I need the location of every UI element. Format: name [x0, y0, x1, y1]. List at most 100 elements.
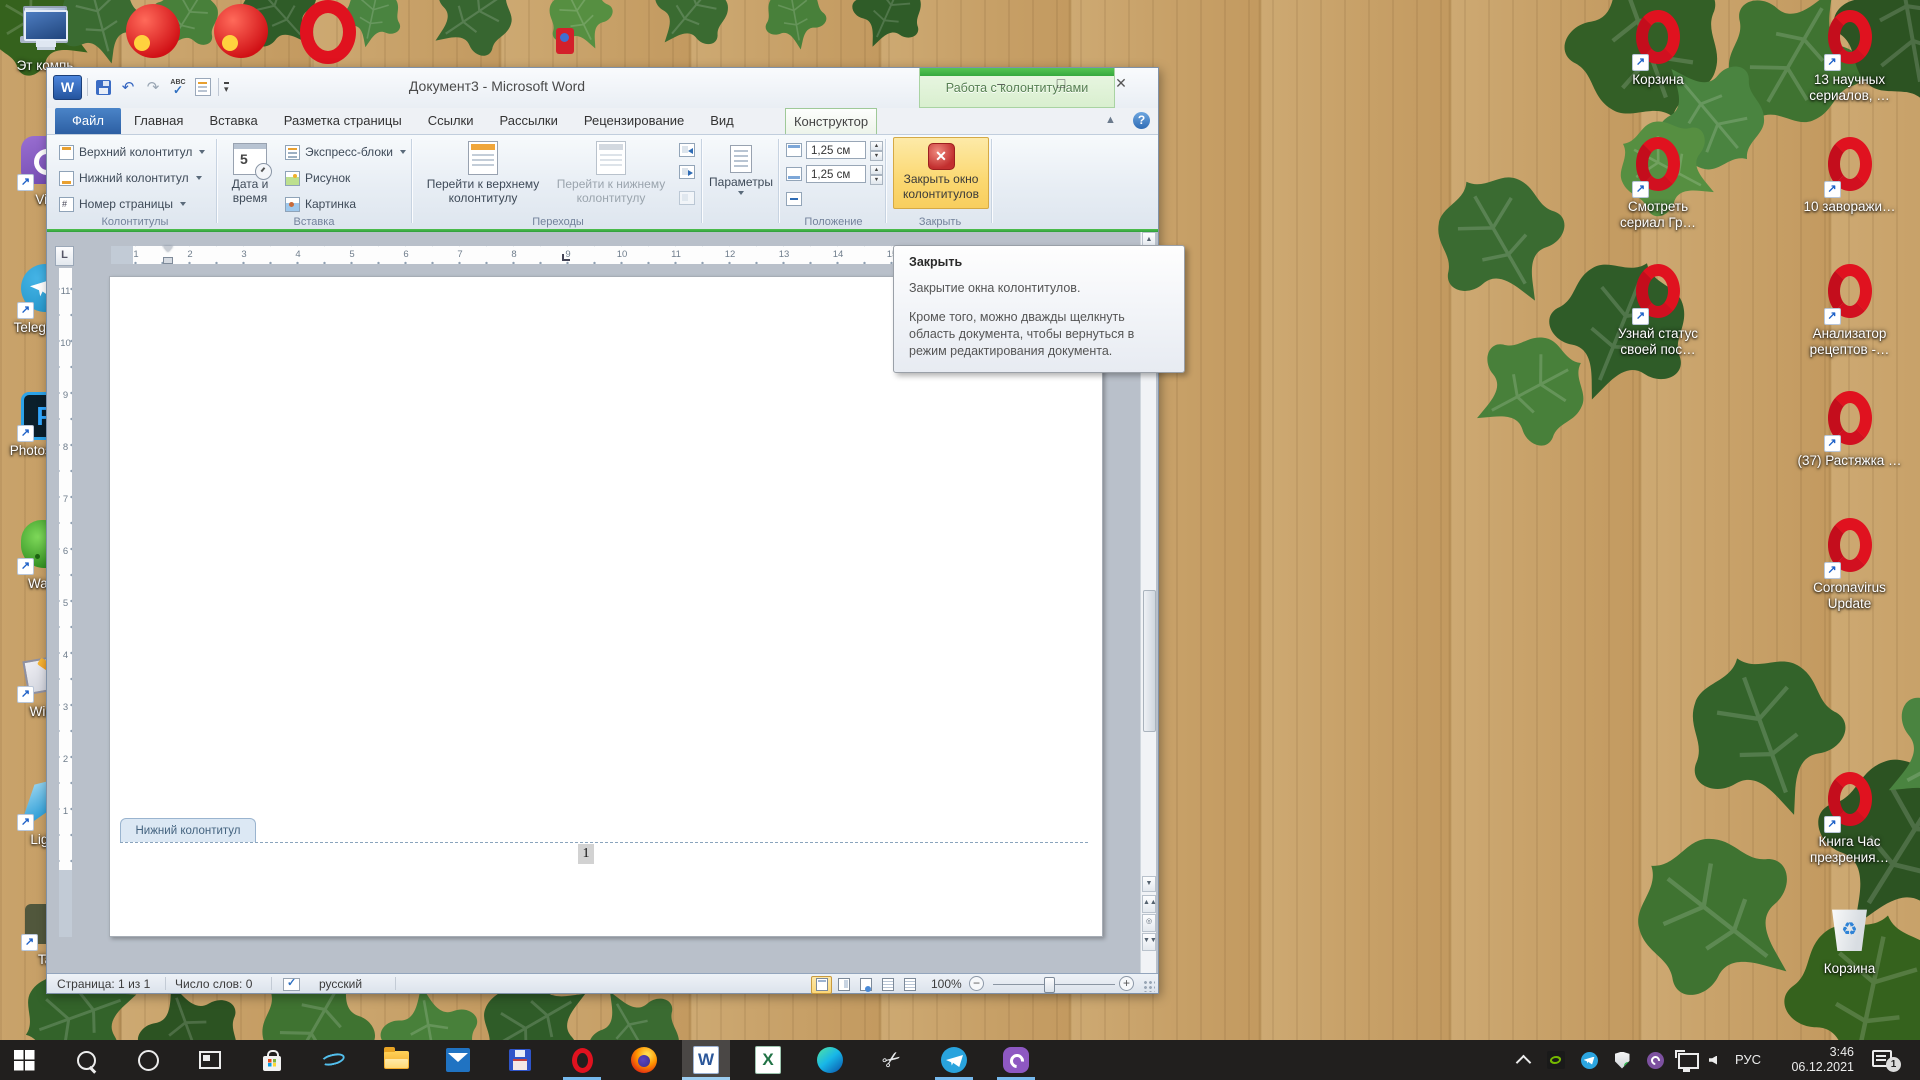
volume-tray-icon[interactable]: [1702, 1050, 1724, 1070]
taskbar-button[interactable]: [992, 1040, 1040, 1080]
help-button[interactable]: ?: [1133, 112, 1150, 129]
options-button[interactable]: Параметры: [705, 137, 777, 209]
page-indicator[interactable]: Страница: 1 из 1: [57, 976, 150, 992]
resize-grip[interactable]: [1143, 980, 1155, 992]
viber-tray-icon[interactable]: [1644, 1050, 1666, 1070]
link-to-previous-button[interactable]: [679, 191, 695, 205]
taskbar-button[interactable]: [496, 1040, 544, 1080]
menu-button[interactable]: Экспресс-блоки: [281, 141, 410, 163]
word-count[interactable]: Число слов: 0: [175, 976, 252, 992]
footer-page-number[interactable]: 1: [578, 844, 594, 864]
menu-button[interactable]: Номер страницы: [55, 193, 190, 215]
ribbon-tab[interactable]: Рецензирование: [571, 108, 697, 134]
draft-view-button[interactable]: [899, 976, 920, 994]
nvidia-tray-icon[interactable]: [1545, 1050, 1567, 1070]
word-logo-icon[interactable]: W: [53, 75, 82, 100]
desktop-shortcut-icon[interactable]: [126, 4, 180, 58]
tab-selector[interactable]: L: [55, 246, 74, 266]
desktop-icon[interactable]: Анализатор рецептов -…: [1797, 264, 1902, 358]
desktop-icon[interactable]: Корзина: [1797, 899, 1902, 977]
taskbar-button[interactable]: [806, 1040, 854, 1080]
ribbon-tab[interactable]: Вид: [697, 108, 747, 134]
ribbon-tab[interactable]: Ссылки: [415, 108, 487, 134]
taskbar-button[interactable]: [0, 1040, 48, 1080]
save-button[interactable]: [93, 77, 113, 97]
previous-section-button[interactable]: [679, 143, 695, 157]
go-to-header-button[interactable]: Перейти к верхнему колонтитулу: [419, 137, 547, 209]
web-layout-view-button[interactable]: [855, 976, 876, 994]
go-to-footer-button[interactable]: Перейти к нижнему колонтитулу: [549, 137, 673, 209]
taskbar-button[interactable]: [868, 1040, 916, 1080]
desktop-icon[interactable]: Эт компь: [0, 8, 95, 74]
taskbar-button[interactable]: [124, 1040, 172, 1080]
maximize-button[interactable]: □: [1042, 73, 1080, 94]
tab-designer[interactable]: Конструктор: [785, 108, 877, 134]
header-position-field[interactable]: 1,25 см: [806, 141, 866, 159]
alignment-tab-button[interactable]: [786, 192, 802, 206]
next-section-button[interactable]: [679, 165, 695, 179]
opera-icon[interactable]: [300, 0, 356, 64]
desktop-icon[interactable]: Корзина: [1608, 10, 1708, 88]
scrollbar-thumb[interactable]: [1143, 590, 1156, 732]
fullscreen-reading-view-button[interactable]: [833, 976, 854, 994]
spellcheck-icon[interactable]: [283, 978, 300, 991]
taskbar-button[interactable]: [930, 1040, 978, 1080]
telegram-tray-icon[interactable]: [1578, 1050, 1600, 1070]
desktop-icon[interactable]: Книга Час презрения…: [1797, 772, 1902, 866]
outline-view-button[interactable]: [877, 976, 898, 994]
desktop-shortcut-icon[interactable]: [214, 4, 268, 58]
select-browse-object-button[interactable]: ◎: [1142, 914, 1156, 932]
desktop-icon[interactable]: Смотреть сериал Гр…: [1608, 137, 1708, 231]
language-switcher[interactable]: РУС: [1726, 1052, 1770, 1067]
taskbar-button[interactable]: X: [744, 1040, 792, 1080]
previous-page-button[interactable]: ▲▲: [1142, 895, 1156, 913]
desktop-icon[interactable]: (37) Растяжка …: [1797, 391, 1902, 469]
taskbar-button[interactable]: [248, 1040, 296, 1080]
undo-button[interactable]: ↶: [118, 77, 138, 97]
show-hidden-icons-button[interactable]: [1512, 1050, 1534, 1070]
redo-button[interactable]: ↷: [143, 77, 163, 97]
minimize-ribbon-icon[interactable]: ▲: [1105, 114, 1116, 126]
center-tab-stop[interactable]: [562, 254, 570, 261]
ribbon-tab[interactable]: Рассылки: [487, 108, 571, 134]
vertical-ruler[interactable]: [59, 268, 72, 870]
desktop-icon[interactable]: Узнай статус своей пос…: [1608, 264, 1708, 358]
clock[interactable]: 3:46 06.12.2021: [1772, 1045, 1854, 1075]
zoom-out-button[interactable]: −: [969, 976, 984, 991]
document-page[interactable]: Нижний колонтитул 1: [109, 276, 1103, 937]
indent-markers[interactable]: [163, 246, 173, 264]
print-layout-view-button[interactable]: [811, 976, 832, 994]
zoom-level[interactable]: 100%: [931, 976, 962, 992]
spelling-button[interactable]: ABC✓: [168, 77, 188, 97]
network-tray-icon[interactable]: [1677, 1050, 1699, 1070]
taskbar-button[interactable]: [620, 1040, 668, 1080]
taskbar-button[interactable]: [310, 1040, 358, 1080]
taskbar-button[interactable]: [62, 1040, 110, 1080]
close-button[interactable]: ✕: [1102, 73, 1140, 94]
menu-button[interactable]: Рисунок: [281, 167, 354, 189]
desktop-icon[interactable]: Coronavirus Update: [1797, 518, 1902, 612]
minimize-button[interactable]: –: [982, 73, 1020, 94]
desktop-shortcut-icon[interactable]: [556, 28, 574, 54]
menu-button[interactable]: Верхний колонтитул: [55, 141, 209, 163]
menu-button[interactable]: Нижний колонтитул: [55, 167, 206, 189]
taskbar-button[interactable]: [186, 1040, 234, 1080]
scroll-down-button[interactable]: ▼: [1142, 876, 1156, 892]
close-header-footer-button[interactable]: ✕ Закрыть окно колонтитулов: [893, 137, 989, 209]
taskbar-button[interactable]: [372, 1040, 420, 1080]
zoom-in-button[interactable]: +: [1119, 976, 1134, 991]
ribbon-tab[interactable]: Разметка страницы: [271, 108, 415, 134]
footer-position-field[interactable]: 1,25 см: [806, 165, 866, 183]
ribbon-tab[interactable]: Главная: [121, 108, 196, 134]
menu-button[interactable]: Картинка: [281, 193, 360, 215]
desktop-icon[interactable]: 10 заворажи…: [1797, 137, 1902, 215]
ribbon-tab[interactable]: Вставка: [196, 108, 270, 134]
next-page-button[interactable]: ▼▼: [1142, 933, 1156, 951]
taskbar-button[interactable]: [434, 1040, 482, 1080]
footer-position-stepper[interactable]: ▲▼: [870, 165, 883, 184]
taskbar-button[interactable]: W: [682, 1040, 730, 1080]
ribbon-tab[interactable]: Файл: [55, 108, 121, 134]
date-time-button[interactable]: Дата и время: [223, 137, 277, 209]
desktop-icon[interactable]: 13 научных сериалов, …: [1797, 10, 1902, 104]
zoom-slider-thumb[interactable]: [1044, 977, 1055, 993]
